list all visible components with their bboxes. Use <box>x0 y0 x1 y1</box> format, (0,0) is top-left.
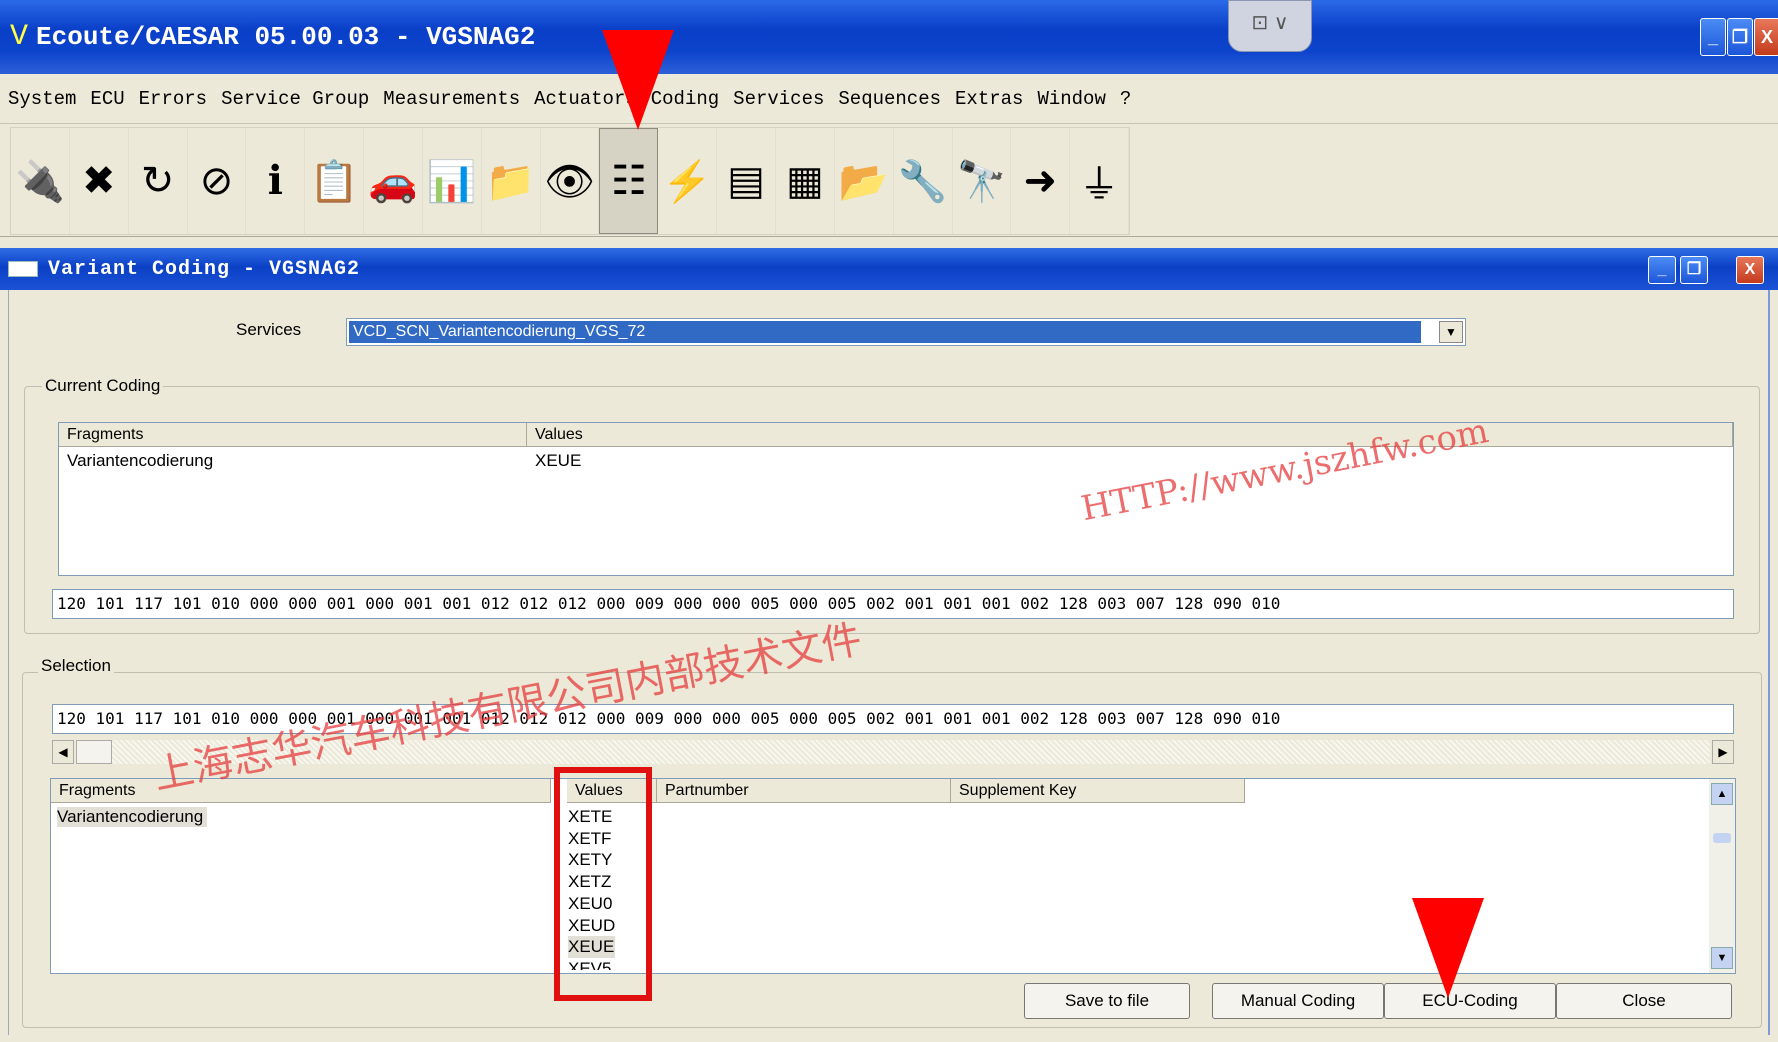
sub-restore-button[interactable]: ❐ <box>1680 256 1708 284</box>
current-coding-title: Current Coding <box>42 376 164 396</box>
toolbar: 🔌 ✖ ↻ ⊘ ℹ 📋 🚗 📊 📁 👁 ☷ ⚡ ▤ ▦ 📂 🔧 🔭 ➜ ⏚ <box>0 125 1778 237</box>
tools-icon[interactable]: 🔧 <box>894 128 953 234</box>
close-window-button[interactable]: X <box>1754 18 1778 56</box>
scroll-right-arrow[interactable]: ▶ <box>1712 740 1734 764</box>
menu-help[interactable]: ? <box>1120 88 1131 110</box>
manual-coding-button[interactable]: Manual Coding <box>1212 983 1384 1019</box>
menu-measurements[interactable]: Measurements <box>383 88 520 110</box>
close-button[interactable]: Close <box>1556 983 1732 1019</box>
current-coding-bytes: 120 101 117 101 010 000 000 001 000 001 … <box>52 589 1734 619</box>
app-title: Ecoute/CAESAR 05.00.03 - VGSNAG2 <box>36 22 536 52</box>
vertical-scroll-thumb[interactable] <box>1713 833 1731 843</box>
services-select[interactable]: VCD_SCN_Variantencodierung_VGS_72 ▼ <box>346 318 1466 346</box>
app-title-bar[interactable]: V Ecoute/CAESAR 05.00.03 - VGSNAG2 <box>0 0 1778 74</box>
refresh-icon[interactable]: ↻ <box>129 128 188 234</box>
menu-window[interactable]: Window <box>1037 88 1105 110</box>
arrow-right-icon[interactable]: ➜ <box>1011 128 1071 234</box>
header-fragments[interactable]: Fragments <box>51 779 551 803</box>
document-icon[interactable]: ▤ <box>717 128 776 234</box>
services-value: VCD_SCN_Variantencodierung_VGS_72 <box>349 321 1421 343</box>
variant-coding-icon[interactable]: ☷ <box>599 128 659 234</box>
menu-errors[interactable]: Errors <box>139 88 207 110</box>
annotation-arrow-toolbar <box>602 30 674 130</box>
toolbar-restore-handle[interactable]: ⊡ ∨ <box>1228 0 1312 52</box>
header-supplement-key[interactable]: Supplement Key <box>951 779 1245 803</box>
menu-bar: System ECU Errors Service Group Measurem… <box>0 74 1778 124</box>
actuator-icon[interactable]: 📁 <box>482 128 541 234</box>
disconnect-icon[interactable]: ✖ <box>70 128 129 234</box>
services-label: Services <box>236 320 302 339</box>
header-fragments[interactable]: Fragments <box>59 423 527 447</box>
header-values[interactable]: Values <box>527 423 1733 447</box>
menu-extras[interactable]: Extras <box>955 88 1023 110</box>
reset-icon[interactable]: ⊘ <box>188 128 247 234</box>
sub-minimize-button[interactable]: _ <box>1648 256 1676 284</box>
view-icon[interactable]: 👁 <box>541 128 600 234</box>
subwindow-title-bar[interactable]: Variant Coding - VGSNAG2 <box>0 248 1778 290</box>
sub-close-button[interactable]: X <box>1736 256 1764 284</box>
vehicle-icon[interactable]: 🚗 <box>364 128 423 234</box>
search-icon[interactable]: 🔭 <box>953 128 1012 234</box>
scroll-left-arrow[interactable]: ◀ <box>52 740 74 764</box>
chevron-down-icon[interactable]: ▼ <box>1439 321 1463 343</box>
menu-ecu[interactable]: ECU <box>90 88 124 110</box>
fault-memory-icon[interactable]: 📋 <box>305 128 365 234</box>
ecu-info-icon[interactable]: ℹ <box>246 128 306 234</box>
annotation-highlight-box <box>554 767 652 1001</box>
table-icon[interactable]: ▦ <box>776 128 835 234</box>
chevron-up-icon[interactable]: ▲ <box>1711 783 1733 805</box>
vertical-scrollbar[interactable]: ▲ ▼ <box>1709 779 1735 973</box>
plug-icon[interactable]: ⏚ <box>1070 128 1130 234</box>
menu-service-group[interactable]: Service Group <box>221 88 369 110</box>
current-fragment-cell: Variantencodierung <box>67 451 214 470</box>
selection-fragment-cell[interactable]: Variantencodierung <box>57 807 208 827</box>
annotation-arrow-ecu-coding <box>1412 898 1484 998</box>
selection-title: Selection <box>38 656 114 676</box>
menu-sequences[interactable]: Sequences <box>838 88 941 110</box>
flash-icon[interactable]: ⚡ <box>658 128 718 234</box>
save-to-file-button[interactable]: Save to file <box>1024 983 1190 1019</box>
restore-button[interactable]: ❐ <box>1727 18 1753 56</box>
measurement-icon[interactable]: 📊 <box>423 128 482 234</box>
sequence-icon[interactable]: 📂 <box>835 128 894 234</box>
menu-system[interactable]: System <box>8 88 76 110</box>
connect-icon[interactable]: 🔌 <box>11 128 70 234</box>
menu-services[interactable]: Services <box>733 88 824 110</box>
current-value-cell: XEUE <box>535 451 582 470</box>
subwindow-title: Variant Coding - VGSNAG2 <box>48 257 361 281</box>
horizontal-scroll-thumb[interactable] <box>76 740 112 764</box>
app-logo-icon: V <box>10 20 29 54</box>
window-icon <box>8 261 38 277</box>
chevron-down-icon[interactable]: ▼ <box>1711 947 1733 969</box>
header-partnumber[interactable]: Partnumber <box>657 779 951 803</box>
minimize-button[interactable]: _ <box>1700 18 1726 56</box>
